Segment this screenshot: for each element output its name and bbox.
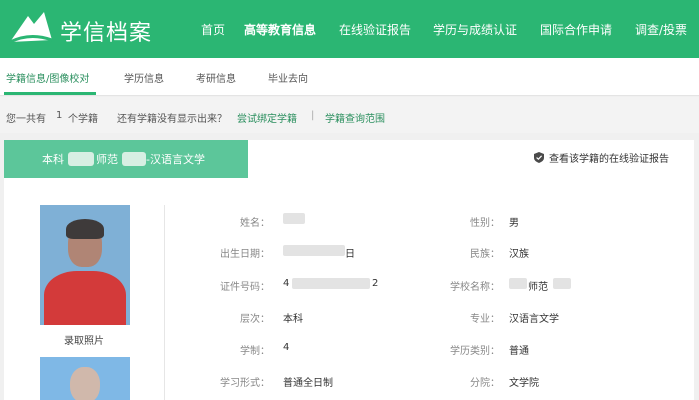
label-name: 姓名： (240, 218, 270, 229)
verify-report-text: 查看该学籍的在线验证报告 (549, 154, 669, 165)
value-id-end: 2 (372, 278, 379, 289)
card-divider (164, 205, 165, 400)
missing-question: 还有学籍没有显示出来？ (117, 114, 227, 125)
value-degree-type: 普通 (509, 346, 529, 357)
redacted-school (509, 278, 527, 289)
label-degree-type: 学历类别： (450, 346, 500, 357)
value-major: 汉语言文学 (509, 314, 559, 325)
count-suffix: 个学籍 (68, 114, 98, 125)
redacted-id-number (292, 278, 370, 289)
label-major: 专业： (470, 314, 500, 325)
brand-title[interactable]: 学信档案 (60, 15, 152, 47)
count-number: 1 (56, 110, 63, 121)
nav-certification[interactable]: 学历与成绩认证 (433, 21, 517, 38)
enrollment-tab[interactable]: 本科 师范 -汉语言文学 (4, 140, 248, 178)
subnav-postgrad-exam[interactable]: 考研信息 (196, 70, 236, 85)
label-study-mode: 学习形式： (220, 378, 270, 389)
value-ethnicity: 汉族 (509, 249, 529, 260)
value-gender: 男 (509, 218, 519, 229)
value-college: 文学院 (509, 378, 539, 389)
query-scope-link[interactable]: 学籍查询范围 (325, 110, 385, 125)
enrollment-photo (40, 205, 130, 325)
redacted-name (283, 213, 305, 224)
subnav-enrollment-photo[interactable]: 学籍信息/图像校对 (6, 70, 89, 85)
value-level: 本科 (283, 314, 303, 325)
subnav-degree-info[interactable]: 学历信息 (124, 70, 164, 85)
book-logo-icon[interactable] (8, 10, 54, 46)
label-level: 层次： (240, 314, 270, 325)
top-header: 学信档案 首页 高等教育信息 在线验证报告 学历与成绩认证 国际合作申请 调查/… (0, 0, 699, 58)
tab-major: -汉语言文学 (146, 153, 205, 166)
active-tab-indicator (4, 92, 96, 95)
label-id-number: 证件号码： (220, 282, 270, 293)
nav-home[interactable]: 首页 (201, 21, 225, 38)
photo-caption: 录取照片 (64, 336, 104, 347)
value-duration: 4 (283, 342, 290, 353)
sub-navigation: 学籍信息/图像校对 学历信息 考研信息 毕业去向 (0, 58, 699, 96)
label-school: 学校名称： (450, 282, 500, 293)
redacted-block (122, 152, 146, 166)
shield-check-icon (534, 152, 544, 163)
bind-enrollment-link[interactable]: 尝试绑定学籍 (237, 110, 297, 125)
nav-online-report[interactable]: 在线验证报告 (339, 21, 411, 38)
value-study-mode: 普通全日制 (283, 378, 333, 389)
nav-international[interactable]: 国际合作申请 (540, 21, 612, 38)
value-id-start: 4 (283, 278, 290, 289)
redacted-block (68, 152, 94, 166)
label-college: 分院： (470, 378, 500, 389)
subnav-employment[interactable]: 毕业去向 (268, 70, 308, 85)
separator: | (311, 110, 315, 121)
verify-report-link[interactable]: 查看该学籍的在线验证报告 (534, 150, 669, 165)
tab-school: 师范 (96, 153, 118, 166)
count-prefix: 您一共有 (6, 114, 46, 125)
value-birthdate-end: 日 (345, 249, 355, 260)
label-ethnicity: 民族： (470, 249, 500, 260)
label-birthdate: 出生日期： (220, 249, 270, 260)
value-school: 师范 (528, 282, 548, 293)
nav-higher-education[interactable]: 高等教育信息 (244, 21, 316, 38)
label-gender: 性别： (470, 218, 500, 229)
second-photo (40, 357, 130, 400)
enrollment-count-bar: 您一共有 1 个学籍 还有学籍没有显示出来？ 尝试绑定学籍 | 学籍查询范围 (0, 97, 699, 133)
redacted-birthdate (283, 245, 345, 256)
tab-level: 本科 (42, 153, 64, 166)
redacted-school-end (553, 278, 571, 289)
nav-survey[interactable]: 调查/投票 (635, 21, 687, 38)
label-duration: 学制： (240, 346, 270, 357)
